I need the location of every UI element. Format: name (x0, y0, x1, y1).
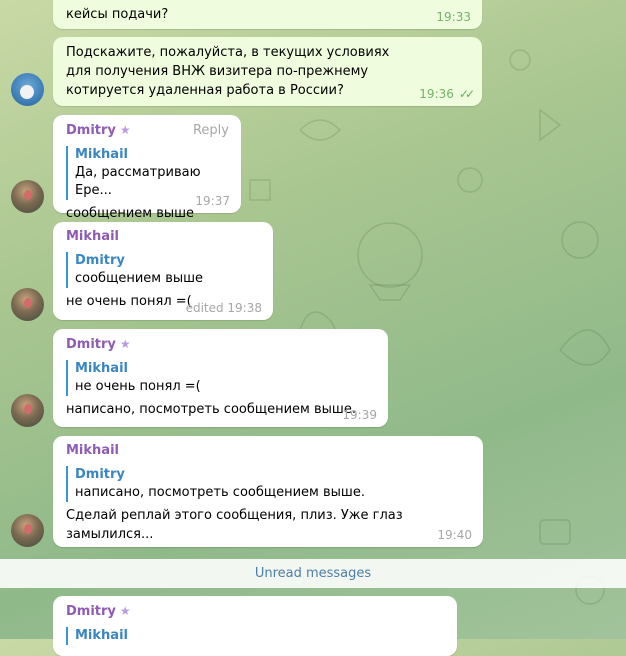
sender-line: Dmitry ★ (66, 335, 377, 354)
avatar[interactable] (11, 288, 44, 321)
message-time: 19:36 (419, 87, 454, 101)
message-time: 19:39 (342, 408, 377, 422)
sender-name[interactable]: Mikhail (66, 228, 262, 246)
sender-name[interactable]: Mikhail (66, 442, 472, 460)
avatar[interactable] (11, 514, 44, 547)
message-time: edited 19:38 (185, 301, 262, 315)
reply-quote[interactable]: Mikhail (66, 627, 446, 645)
quote-sender: Mikhail (75, 361, 128, 376)
message-text: Сделай реплай этого сообщения, плиз. Уже… (66, 508, 407, 542)
quote-sender: Dmitry (75, 467, 125, 482)
message-time: 19:37 (195, 194, 230, 208)
sender-line: Dmitry ★ (66, 602, 446, 621)
star-badge-icon: ★ (119, 604, 131, 618)
star-badge-icon: ★ (119, 337, 131, 351)
reply-quote[interactable]: Dmitry сообщением выше (66, 252, 262, 288)
avatar[interactable] (11, 73, 44, 106)
quote-sender: Mikhail (75, 147, 128, 162)
reply-quote[interactable]: Mikhail Да, рассматриваю Ере... (66, 146, 230, 200)
reply-button[interactable]: Reply (193, 123, 229, 138)
avatar[interactable] (11, 180, 44, 213)
message-bubble[interactable]: Mikhail Dmitry написано, посмотреть сооб… (53, 436, 483, 547)
message-bubble[interactable]: кейсы подачи? 19:33 (53, 0, 482, 29)
unread-messages-divider: Unread messages (0, 559, 626, 588)
sender-name[interactable]: Dmitry (66, 337, 116, 352)
reply-quote[interactable]: Dmitry написано, посмотреть сообщением в… (66, 466, 472, 502)
message-bubble[interactable]: Dmitry ★ Reply Mikhail Да, рассматриваю Е… (53, 115, 241, 221)
quote-text: сообщением выше (75, 271, 204, 286)
star-badge-icon: ★ (119, 123, 131, 137)
message-meta: 19:36 ✓✓ (419, 87, 475, 101)
sender-name[interactable]: Dmitry (66, 123, 116, 138)
read-checkmarks-icon: ✓✓ (458, 87, 475, 101)
sender-name[interactable]: Dmitry (66, 604, 116, 619)
message-text: кейсы подачи? (66, 7, 169, 22)
message-time: 19:33 (436, 10, 471, 24)
quote-text: не очень понял =( (75, 379, 201, 394)
quote-text: написано, посмотреть сообщением выше. (75, 485, 365, 500)
message-bubble[interactable]: Dmitry ★ Mikhail (53, 596, 457, 656)
quote-sender: Dmitry (75, 253, 125, 268)
message-time: 19:40 (437, 528, 472, 542)
message-bubble[interactable]: Mikhail Dmitry сообщением выше не очень … (53, 222, 273, 320)
quote-sender: Mikhail (75, 628, 128, 643)
message-bubble[interactable]: Подскажите, пожалуйста, в текущих услови… (53, 37, 482, 106)
message-text: Подскажите, пожалуйста, в текущих услови… (66, 45, 394, 98)
message-text: написано, посмотреть сообщением выше. (66, 402, 356, 417)
avatar[interactable] (11, 394, 44, 427)
message-bubble[interactable]: Dmitry ★ Mikhail не очень понял =( написа… (53, 329, 388, 427)
reply-quote[interactable]: Mikhail не очень понял =( (66, 360, 377, 396)
